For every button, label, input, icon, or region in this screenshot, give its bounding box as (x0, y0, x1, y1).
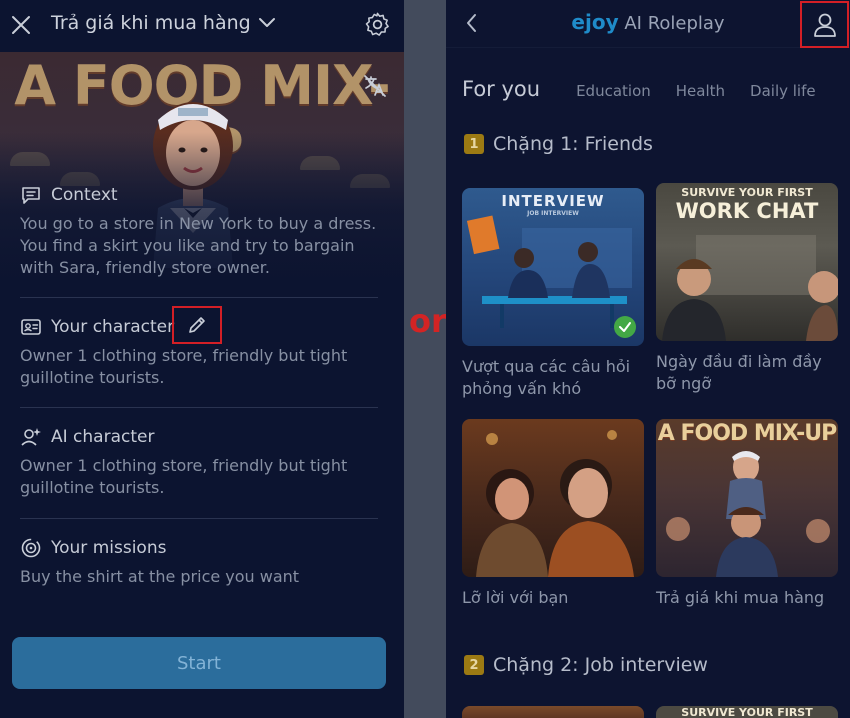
office-illustration (662, 235, 838, 341)
missions-section: Your missions Buy the shirt at the price… (20, 536, 380, 588)
context-icon (22, 187, 40, 204)
id-card-icon (21, 319, 41, 335)
scenario-detail-panel: A FOOD MIX-UP Trả giá khi mua hàng (0, 0, 404, 718)
peek-title: SURVIVE YOUR FIRST (681, 706, 813, 718)
divider (20, 407, 378, 408)
scenario-thumbnail: INTERVIEW JOB INTERVIEW (462, 188, 644, 346)
profile-button[interactable] (800, 1, 849, 48)
scenario-card[interactable]: INTERVIEW JOB INTERVIEW Vượt qua các câu… (462, 188, 644, 400)
chevron-down-icon[interactable] (258, 16, 276, 30)
chapter-number-badge: 1 (464, 134, 484, 154)
missions-text: Buy the shirt at the price you want (20, 567, 300, 586)
your-character-text: Owner 1 clothing store, friendly but tig… (20, 346, 348, 387)
scenario-card[interactable]: SURVIVE YOUR FIRST WORK CHAT Ngày đầu đi… (656, 183, 838, 395)
scenario-caption: Lỡ lời với bạn (462, 588, 569, 607)
scenario-card[interactable]: Lỡ lời với bạn (462, 419, 644, 609)
pencil-icon (189, 317, 205, 333)
food-mixup-illustration (666, 451, 830, 577)
edit-character-button[interactable] (172, 306, 222, 344)
scenario-thumbnail: SURVIVE YOUR FIRST WORK CHAT (656, 183, 838, 341)
completed-check-icon (614, 316, 636, 338)
tab-education[interactable]: Education (576, 82, 651, 100)
scenario-title[interactable]: Trả giá khi mua hàng (51, 12, 251, 34)
close-icon[interactable] (10, 14, 32, 36)
user-icon (813, 13, 836, 37)
chapter-number-badge: 2 (464, 655, 484, 675)
chapter-heading: 1 Chặng 1: Friends (464, 133, 653, 155)
or-label: or (409, 302, 447, 340)
ai-character-icon (21, 428, 41, 446)
target-icon (21, 538, 41, 558)
tab-daily-life[interactable]: Daily life (750, 82, 816, 100)
home-top-bar: ejoy AI Roleplay (446, 0, 850, 48)
ai-character-text: Owner 1 clothing store, friendly but tig… (20, 456, 348, 497)
start-button[interactable]: Start (12, 637, 386, 689)
context-text: You go to a store in New York to buy a d… (20, 214, 377, 277)
category-tabs: For you Education Health Daily life (462, 77, 850, 101)
panel-separator (404, 0, 446, 718)
ai-character-label: AI character (51, 427, 155, 447)
divider (20, 297, 378, 298)
context-label: Context (51, 185, 118, 205)
your-character-label: Your character (51, 317, 175, 337)
scenario-thumbnail (462, 419, 644, 577)
chapter-title: Chặng 2: Job interview (493, 654, 708, 676)
scenario-thumbnail-peek[interactable] (462, 706, 644, 718)
app-brand: ejoy AI Roleplay (446, 10, 850, 34)
ejoy-logo: ejoy (571, 10, 619, 34)
detail-top-bar: Trả giá khi mua hàng (0, 0, 404, 52)
tab-for-you[interactable]: For you (462, 77, 540, 101)
brand-suffix: AI Roleplay (624, 13, 725, 34)
chapter-title: Chặng 1: Friends (493, 133, 653, 155)
friends-illustration (476, 430, 634, 577)
ai-character-section: AI character Owner 1 clothing store, fri… (20, 425, 380, 499)
roleplay-home-panel: ejoy AI Roleplay For you Education Healt… (446, 0, 850, 718)
scenario-card[interactable]: A FOOD MIX-UP Trả giá khi mua hàng (656, 419, 838, 609)
scenario-caption: Trả giá khi mua hàng (656, 588, 825, 607)
divider (20, 518, 378, 519)
context-section: Context You go to a store in New York to… (20, 183, 380, 279)
gear-icon[interactable] (364, 11, 391, 38)
translate-off-icon[interactable] (362, 73, 388, 99)
scenario-caption: Ngày đầu đi làm đầy bỡ ngỡ (656, 352, 822, 393)
tab-health[interactable]: Health (676, 82, 725, 100)
scenario-thumbnail: A FOOD MIX-UP (656, 419, 838, 577)
scenario-caption: Vượt qua các câu hỏi phỏng vấn khó (462, 357, 631, 398)
missions-label: Your missions (51, 538, 167, 558)
scenario-thumbnail-peek[interactable]: SURVIVE YOUR FIRST (656, 706, 838, 718)
chapter-heading: 2 Chặng 2: Job interview (464, 654, 708, 676)
